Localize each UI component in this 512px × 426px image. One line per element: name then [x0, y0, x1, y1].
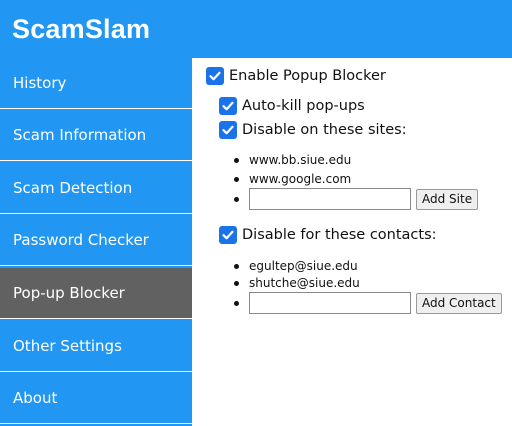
contact-entry: shutche@siue.edu [249, 276, 360, 290]
sidebar-item-history[interactable]: History [0, 58, 192, 109]
bullet-icon [234, 176, 239, 182]
auto-kill-row: Auto-kill pop-ups [219, 97, 365, 115]
sidebar-item-about[interactable]: About [0, 373, 192, 424]
list-item: www.google.com [234, 172, 351, 186]
popup-blocker-panel: Enable Popup Blocker Auto-kill pop-ups D… [192, 58, 512, 426]
sidebar-item-password-checker[interactable]: Password Checker [0, 215, 192, 266]
sidebar-item-scam-detection[interactable]: Scam Detection [0, 163, 192, 214]
checkmark-icon [209, 71, 221, 81]
bullet-icon [234, 300, 239, 306]
enable-popup-blocker-row: Enable Popup Blocker [206, 67, 386, 85]
site-entry: www.bb.siue.edu [249, 153, 352, 167]
checkmark-icon [222, 101, 234, 111]
checkmark-icon [222, 230, 234, 240]
app-title: ScamSlam [12, 14, 151, 44]
disable-contacts-checkbox[interactable] [219, 226, 237, 244]
enable-popup-blocker-checkbox[interactable] [206, 67, 224, 85]
list-item: egultep@siue.edu [234, 259, 358, 273]
list-item: shutche@siue.edu [234, 276, 360, 290]
list-item: Add Site [234, 188, 479, 210]
add-contact-button[interactable]: Add Contact [416, 292, 502, 314]
bullet-icon [234, 263, 239, 269]
site-input[interactable] [249, 188, 411, 210]
checkmark-icon [222, 125, 234, 135]
list-item: www.bb.siue.edu [234, 153, 351, 167]
list-item: Add Contact [234, 292, 502, 314]
disable-sites-row: Disable on these sites: [219, 121, 407, 139]
contact-input[interactable] [249, 292, 411, 314]
sidebar-item-popup-blocker[interactable]: Pop-up Blocker [0, 268, 192, 319]
sidebar-item-scam-information[interactable]: Scam Information [0, 110, 192, 161]
sidebar: History Scam Information Scam Detection … [0, 58, 192, 426]
bullet-icon [234, 196, 239, 202]
disable-sites-label: Disable on these sites: [242, 122, 407, 138]
sidebar-item-other-settings[interactable]: Other Settings [0, 321, 192, 372]
disable-contacts-label: Disable for these contacts: [242, 227, 437, 243]
bullet-icon [234, 157, 239, 163]
auto-kill-label: Auto-kill pop-ups [242, 98, 365, 114]
contact-entry: egultep@siue.edu [249, 259, 358, 273]
app-header: ScamSlam [0, 0, 512, 58]
auto-kill-checkbox[interactable] [219, 97, 237, 115]
bullet-icon [234, 280, 239, 286]
disable-contacts-row: Disable for these contacts: [219, 226, 437, 244]
disable-sites-checkbox[interactable] [219, 121, 237, 139]
site-entry: www.google.com [249, 172, 352, 186]
enable-popup-blocker-label: Enable Popup Blocker [229, 68, 386, 84]
add-site-button[interactable]: Add Site [416, 188, 479, 210]
